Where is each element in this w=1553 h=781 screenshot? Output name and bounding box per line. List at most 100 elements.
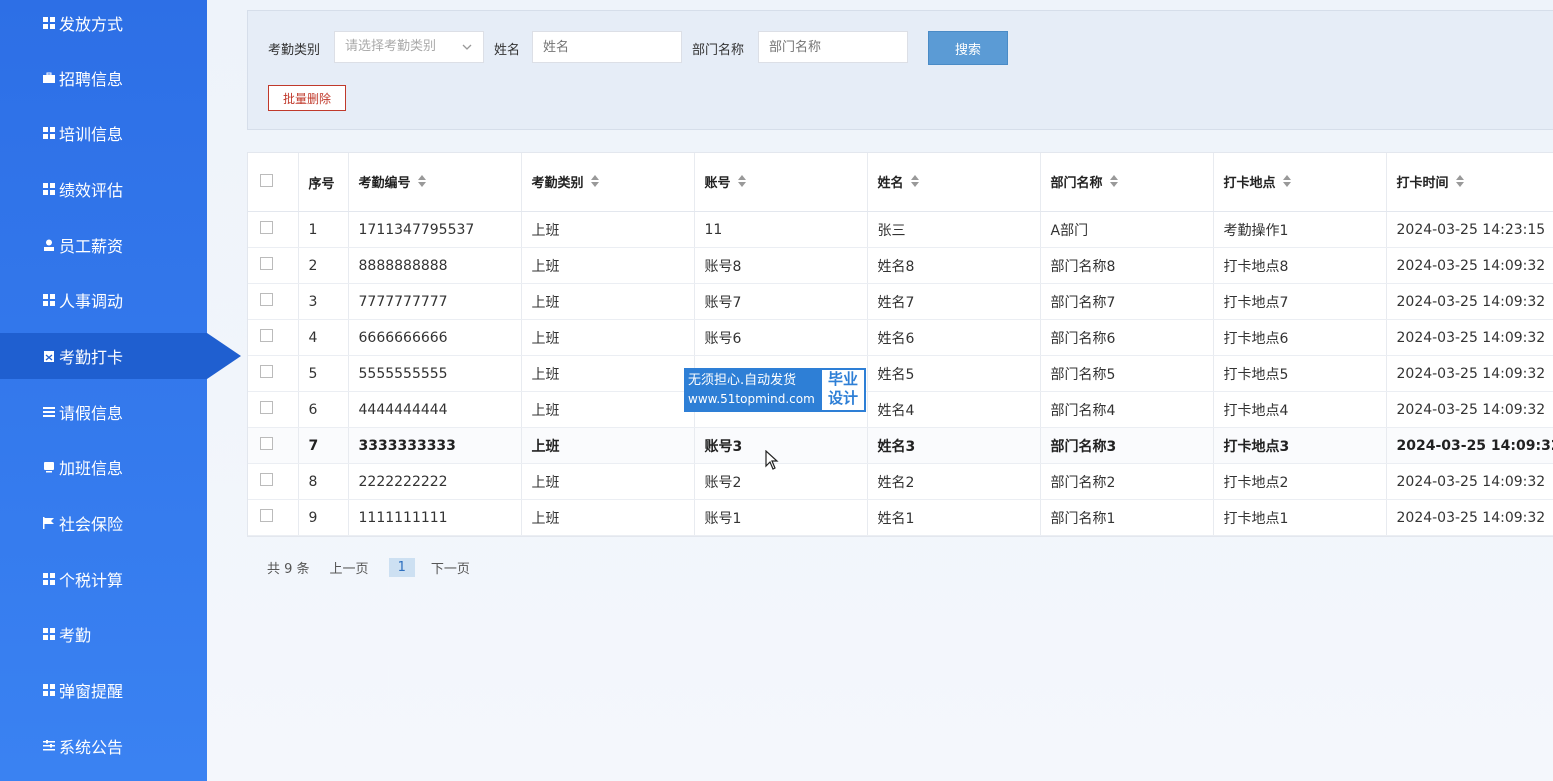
table-cell: A部门 [1040,211,1214,248]
sidebar-item-label: 社会保险 [59,515,124,534]
current-page[interactable]: 1 [388,558,415,577]
table-cell: 1111111111 [348,499,522,536]
column-header[interactable]: 打卡时间 [1386,153,1553,212]
table-row[interactable]: 5 5555555555 上班 姓名5 部门名称5 打卡地点5 2024-03-25 14:… [248,355,1553,392]
table-cell: 5555555555 [348,355,522,392]
sort-icon[interactable] [1282,174,1292,192]
row-checkbox[interactable] [260,329,273,342]
column-header[interactable]: 部门名称 [1040,153,1214,212]
table-row[interactable]: 1 1711347795537 上班 11 张三 A部门 考勤操作1 2024-03-25 1… [248,211,1553,248]
sort-icon[interactable] [590,174,600,192]
sidebar-item[interactable]: 人事调动 [0,277,207,323]
column-header[interactable]: 打卡地点 [1213,153,1387,212]
batch-delete-button[interactable]: 批量删除 [268,85,346,111]
select-all-checkbox[interactable] [260,173,273,187]
table-cell: 打卡地点7 [1213,283,1387,320]
sort-icon[interactable] [737,174,747,192]
table-cell: 账号3 [694,427,868,464]
table-row[interactable]: 2 8888888888 上班 账号8 姓名8 部门名称8 打卡地点8 2024-03-25 … [248,247,1553,284]
department-input[interactable] [758,31,908,63]
watermark-line2: www.51topmind.com [688,392,815,406]
sort-icon[interactable] [417,174,427,192]
table-cell: 2024-03-25 14:09:32 [1386,463,1553,500]
table-cell: 上班 [521,463,695,500]
attendance-type-select[interactable]: 请选择考勤类别 [334,31,484,63]
user-icon [42,239,55,252]
sidebar-item[interactable]: 弹窗提醒 [0,667,207,713]
table-cell: 部门名称7 [1040,283,1214,320]
table-cell: 打卡地点1 [1213,499,1387,536]
table-row[interactable]: 4 6666666666 上班 账号6 姓名6 部门名称6 打卡地点6 2024-03-25 … [248,319,1553,356]
table-cell: 上班 [521,283,695,320]
sidebar-item[interactable]: 招聘信息 [0,55,207,101]
table-cell: 6666666666 [348,319,522,356]
table-row[interactable]: 7 3333333333 上班 账号3 姓名3 部门名称3 打卡地点3 2024-03-25 … [248,427,1553,464]
column-header: 序号 [298,153,349,212]
table-cell: 打卡地点8 [1213,247,1387,284]
table-cell: 打卡地点2 [1213,463,1387,500]
total-count: 共 9 条 [267,562,310,577]
prev-page-link[interactable]: 上一页 [330,558,369,577]
sidebar-item[interactable]: 加班信息 [0,444,207,490]
sidebar-item[interactable]: 发放方式 [0,0,207,46]
row-checkbox[interactable] [260,293,273,306]
sort-icon[interactable] [1109,174,1119,192]
table-cell: 4 [298,319,349,356]
table-cell: 2024-03-25 14:09:32 [1386,427,1553,464]
sidebar-item-label: 绩效评估 [59,181,124,200]
sidebar-item-label: 培训信息 [59,125,124,144]
table-cell: 2024-03-25 14:09:32 [1386,319,1553,356]
table-row[interactable]: 9 1111111111 上班 账号1 姓名1 部门名称1 打卡地点1 2024-03-25 … [248,499,1553,536]
table-cell: 姓名4 [867,391,1041,428]
sidebar-item-label: 个税计算 [59,571,124,590]
sort-icon[interactable] [910,174,920,192]
table-row[interactable]: 6 4444444444 上班 姓名4 部门名称4 打卡地点4 2024-03-25 14:… [248,391,1553,428]
sidebar-item-label: 弹窗提醒 [59,682,124,701]
table-cell: 部门名称6 [1040,319,1214,356]
grid-icon [42,684,55,697]
sidebar-item[interactable]: 社会保险 [0,500,207,546]
column-header[interactable]: 姓名 [867,153,1041,212]
row-checkbox[interactable] [260,401,273,414]
sidebar-item[interactable]: 个税计算 [0,556,207,602]
attendance-table: 序号 考勤编号 考勤类别 账号 姓名 部门名称 打卡地点 打卡时间 1 171134779553… [247,152,1553,537]
watermark-line1: 无须担心.自动发货 [688,373,797,388]
watermark-badge-top: 毕业 [827,370,858,388]
row-checkbox[interactable] [260,437,273,450]
row-checkbox[interactable] [260,221,273,234]
table-cell: 2024-03-25 14:09:32 [1386,391,1553,428]
sort-icon[interactable] [1455,174,1465,192]
sidebar-item[interactable]: 系统公告 [0,723,207,769]
table-cell: 姓名3 [867,427,1041,464]
table-row[interactable]: 8 2222222222 上班 账号2 姓名2 部门名称2 打卡地点2 2024-03-25 … [248,463,1553,500]
briefcase-icon [42,72,55,85]
sidebar-item[interactable]: 培训信息 [0,110,207,156]
table-cell: 2024-03-25 14:09:32 [1386,499,1553,536]
row-checkbox[interactable] [260,473,273,486]
sidebar-item[interactable]: 考勤 [0,611,207,657]
table-row[interactable]: 3 7777777777 上班 账号7 姓名7 部门名称7 打卡地点7 2024-03-25 … [248,283,1553,320]
column-header[interactable]: 考勤编号 [348,153,522,212]
column-header[interactable]: 账号 [694,153,868,212]
column-header-label: 打卡地点 [1223,175,1276,191]
row-checkbox[interactable] [260,365,273,378]
table-cell: 7777777777 [348,283,522,320]
column-header[interactable]: 考勤类别 [521,153,695,212]
next-page-link[interactable]: 下一页 [431,558,470,577]
row-checkbox[interactable] [260,257,273,270]
sidebar-item[interactable]: 绩效评估 [0,166,207,212]
sidebar-item[interactable]: 考勤打卡 [0,333,241,379]
table-cell: 账号6 [694,319,868,356]
table-cell: 部门名称5 [1040,355,1214,392]
table-cell: 账号8 [694,247,868,284]
search-button[interactable]: 搜索 [928,31,1008,65]
table-cell: 1711347795537 [348,211,522,248]
row-checkbox[interactable] [260,509,273,522]
column-header-label: 序号 [308,176,335,192]
table-cell: 2024-03-25 14:09:32 [1386,247,1553,284]
sidebar-item[interactable]: 员工薪资 [0,222,207,268]
table-cell: 7 [298,427,349,464]
name-input[interactable] [532,31,682,63]
sidebar-item[interactable]: 请假信息 [0,389,207,435]
table-cell: 1 [298,211,349,248]
